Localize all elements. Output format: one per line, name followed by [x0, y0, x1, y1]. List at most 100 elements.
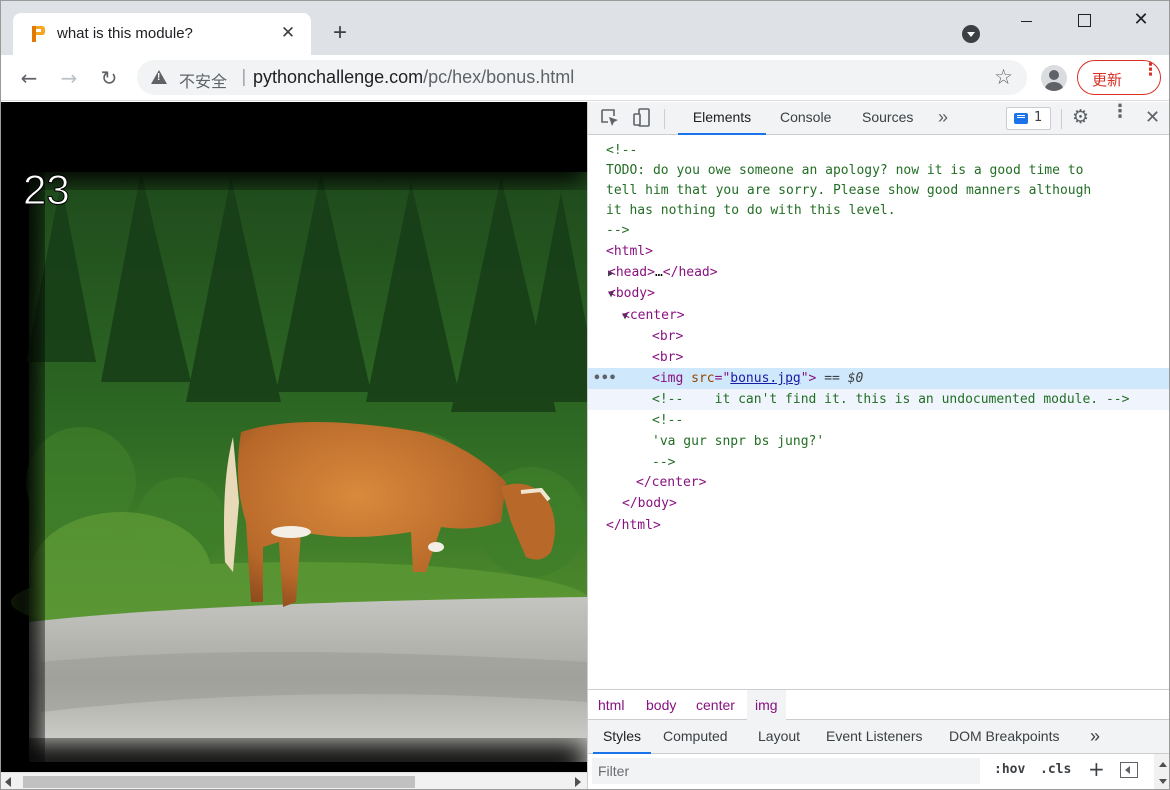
dom-node[interactable]: <html>: [588, 241, 1169, 262]
dom-node[interactable]: </body>: [588, 493, 1169, 514]
tab-styles[interactable]: Styles: [593, 720, 651, 754]
tab-event-listeners[interactable]: Event Listeners: [826, 720, 923, 754]
issues-count: 1: [1034, 110, 1043, 125]
page-horizontal-scrollbar[interactable]: [1, 772, 587, 789]
warning-icon[interactable]: [151, 70, 167, 84]
dom-node[interactable]: -->: [588, 452, 1169, 473]
back-button[interactable]: ←: [15, 64, 43, 92]
url-path: /pc/hex/bonus.html: [423, 67, 575, 87]
more-tabs-icon[interactable]: »: [938, 102, 948, 135]
minimize-button[interactable]: [1007, 9, 1047, 33]
settings-gear-icon[interactable]: ⚙: [1072, 106, 1089, 128]
dom-node[interactable]: </center>: [588, 472, 1169, 493]
tab-computed[interactable]: Computed: [663, 720, 728, 754]
page-viewport: 23: [1, 102, 587, 772]
forward-button[interactable]: →: [55, 64, 83, 92]
br-tag: <br>: [652, 329, 684, 344]
br-tag: <br>: [652, 350, 684, 365]
new-style-rule-icon[interactable]: +: [1088, 757, 1105, 781]
tab-sources[interactable]: Sources: [862, 102, 913, 135]
address-bar[interactable]: 不安全 | pythonchallenge.com/pc/hex/bonus.h…: [137, 60, 1027, 95]
toolbar-divider: [664, 109, 665, 129]
hover-state-toggle[interactable]: :hov: [994, 762, 1025, 777]
devtools-close-icon[interactable]: ✕: [1145, 107, 1160, 128]
class-toggle[interactable]: .cls: [1040, 762, 1071, 777]
styles-tab-bar: Styles Computed Layout Event Listeners D…: [588, 720, 1169, 754]
tab-close-icon[interactable]: ✕: [277, 22, 299, 44]
message-icon: [1014, 113, 1028, 124]
issues-badge[interactable]: 1: [1006, 107, 1051, 130]
window-close-button[interactable]: ✕: [1121, 9, 1161, 33]
dom-node[interactable]: <!--: [588, 410, 1169, 431]
breadcrumb-body[interactable]: body: [638, 690, 684, 720]
dom-node[interactable]: -->: [588, 220, 1169, 241]
comment-inline: <!-- it can't find it. this is an undocu…: [652, 392, 1130, 407]
html-close-tag: </html>: [606, 518, 661, 533]
scrollbar-thumb[interactable]: [23, 776, 415, 788]
profile-avatar[interactable]: [1041, 65, 1067, 91]
center-close-tag: </center>: [636, 475, 707, 490]
dom-node[interactable]: 'va gur snpr bs jung?': [588, 431, 1169, 452]
url-host: pythonchallenge.com: [253, 67, 424, 87]
node-actions-icon[interactable]: •••: [593, 368, 616, 389]
breadcrumb-html[interactable]: html: [590, 690, 632, 720]
collapse-triangle-icon[interactable]: ▼: [588, 306, 628, 327]
img-src-link[interactable]: bonus.jpg: [730, 371, 800, 386]
dom-node[interactable]: TODO: do you owe someone an apology? now…: [588, 160, 1169, 181]
devtools-tab-bar: Elements Console Sources » 1 ⚙ ⋮ ✕: [588, 102, 1169, 135]
tab-active[interactable]: what is this module? ✕: [13, 13, 311, 55]
img-attr-name: src: [691, 371, 715, 386]
maximize-button[interactable]: [1064, 9, 1104, 33]
tab-console[interactable]: Console: [780, 102, 831, 135]
dom-node[interactable]: <br>: [588, 326, 1169, 347]
tab-search-icon[interactable]: [962, 25, 980, 43]
tab-layout[interactable]: Layout: [758, 720, 800, 754]
scroll-left-arrow-icon[interactable]: [5, 777, 11, 787]
new-tab-button[interactable]: +: [327, 21, 353, 47]
dom-node[interactable]: <!--: [588, 140, 1169, 161]
dom-tree: <!-- TODO: do you owe someone an apology…: [588, 136, 1169, 689]
collapse-triangle-icon[interactable]: ▼: [588, 284, 614, 305]
comment-open: <!--: [652, 413, 684, 428]
dom-node[interactable]: <!-- it can't find it. this is an undocu…: [588, 389, 1169, 410]
comment-open: <!--: [606, 143, 638, 158]
bookmark-star-icon[interactable]: ☆: [994, 65, 1013, 89]
dom-node[interactable]: ▶<head>…</head>: [588, 262, 1169, 284]
dom-node-selected[interactable]: ••• <img src="bonus.jpg"> == $0: [588, 368, 1169, 389]
img-attr-eq: =": [714, 371, 731, 386]
dom-node[interactable]: tell him that you are sorry. Please show…: [588, 180, 1169, 201]
dom-node[interactable]: <br>: [588, 347, 1169, 368]
tab-title: what is this module?: [57, 25, 193, 42]
comment-close: -->: [606, 223, 630, 238]
update-button[interactable]: 更新 ⋮: [1077, 60, 1161, 95]
inspect-element-icon[interactable]: [600, 108, 620, 128]
head-ellipsis[interactable]: …: [655, 265, 663, 280]
dom-breadcrumbs: html body center img: [588, 689, 1169, 720]
head-close-tag: </head>: [662, 265, 718, 280]
python-challenge-favicon-icon: [32, 26, 45, 42]
url-text[interactable]: pythonchallenge.com/pc/hex/bonus.html: [253, 67, 574, 88]
comment-close: -->: [652, 455, 676, 470]
reload-button[interactable]: ↻: [95, 64, 123, 92]
dom-node[interactable]: ▼<center>: [588, 305, 1169, 327]
tab-dom-breakpoints[interactable]: DOM Breakpoints: [949, 720, 1059, 754]
breadcrumb-img[interactable]: img: [747, 690, 786, 720]
toggle-sidebar-icon[interactable]: [1120, 762, 1138, 778]
tab-elements[interactable]: Elements: [678, 102, 766, 135]
img-attr-end: ">: [800, 371, 817, 386]
comment-text: it has nothing to do with this level.: [606, 203, 896, 218]
dom-node[interactable]: ▼<body>: [588, 283, 1169, 305]
device-toolbar-icon[interactable]: [632, 108, 652, 128]
expand-triangle-icon[interactable]: ▶: [588, 263, 614, 284]
console-ref: == $0: [816, 371, 864, 386]
body-open-tag: <body>: [608, 286, 655, 301]
dom-node[interactable]: </html>: [588, 515, 1169, 536]
breadcrumb-center[interactable]: center: [688, 690, 743, 720]
dom-node[interactable]: it has nothing to do with this level.: [588, 200, 1169, 221]
insecure-label[interactable]: 不安全: [179, 68, 227, 92]
more-style-tabs-icon[interactable]: »: [1090, 720, 1100, 754]
scroll-right-arrow-icon[interactable]: [575, 777, 581, 787]
devtools-menu-icon[interactable]: ⋮: [1111, 103, 1129, 121]
styles-scrollbar[interactable]: [1154, 754, 1169, 789]
styles-filter-input[interactable]: [592, 758, 980, 784]
